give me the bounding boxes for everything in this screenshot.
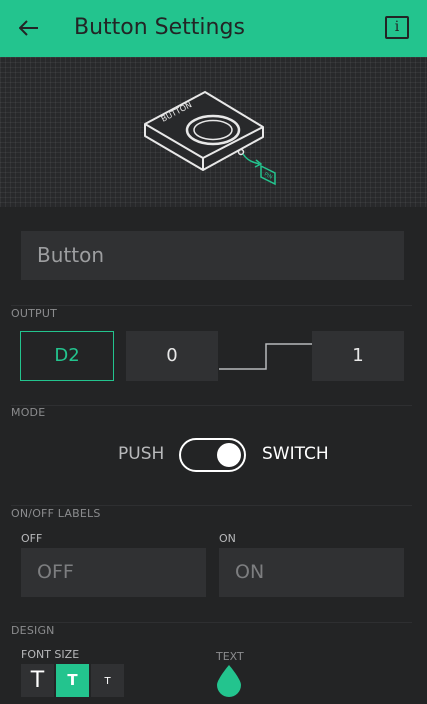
off-label-input[interactable]: OFF <box>21 548 206 597</box>
divider <box>11 405 412 406</box>
on-label-input[interactable]: ON <box>219 548 404 597</box>
mode-switch-label[interactable]: SWITCH <box>262 444 329 464</box>
output-low-value-input[interactable]: 0 <box>126 331 218 381</box>
divider <box>11 505 412 506</box>
design-section-label: DESIGN <box>11 624 55 637</box>
mode-section-label: MODE <box>11 406 46 419</box>
widget-name-input[interactable]: Button <box>21 231 404 280</box>
back-arrow-icon[interactable] <box>14 13 44 43</box>
page-title: Button Settings <box>74 15 245 40</box>
app-bar: Button Settings i <box>0 0 427 57</box>
info-icon[interactable]: i <box>385 16 409 39</box>
off-caption: OFF <box>21 532 43 545</box>
output-high-value-input[interactable]: 1 <box>312 331 404 381</box>
button-widget-illustration-icon: BUTTON PIN <box>144 91 276 186</box>
font-size-medium-button[interactable]: T <box>56 664 89 697</box>
font-size-label: FONT SIZE <box>21 648 80 661</box>
font-size-small-button[interactable]: T <box>91 664 124 697</box>
font-size-large-button[interactable]: T <box>21 664 54 697</box>
text-color-drop-icon[interactable] <box>215 664 243 697</box>
divider <box>11 622 412 623</box>
pulse-wave-icon <box>219 343 313 370</box>
labels-section-label: ON/OFF LABELS <box>11 507 101 520</box>
divider <box>11 305 412 306</box>
mode-toggle-switch[interactable] <box>179 438 246 472</box>
on-caption: ON <box>219 532 236 545</box>
widget-preview: BUTTON PIN <box>0 57 427 207</box>
pin-select-button[interactable]: D2 <box>20 331 114 381</box>
output-section-label: OUTPUT <box>11 307 58 320</box>
text-color-label: TEXT <box>216 650 244 663</box>
mode-push-label[interactable]: PUSH <box>118 444 164 464</box>
toggle-knob <box>217 443 241 467</box>
